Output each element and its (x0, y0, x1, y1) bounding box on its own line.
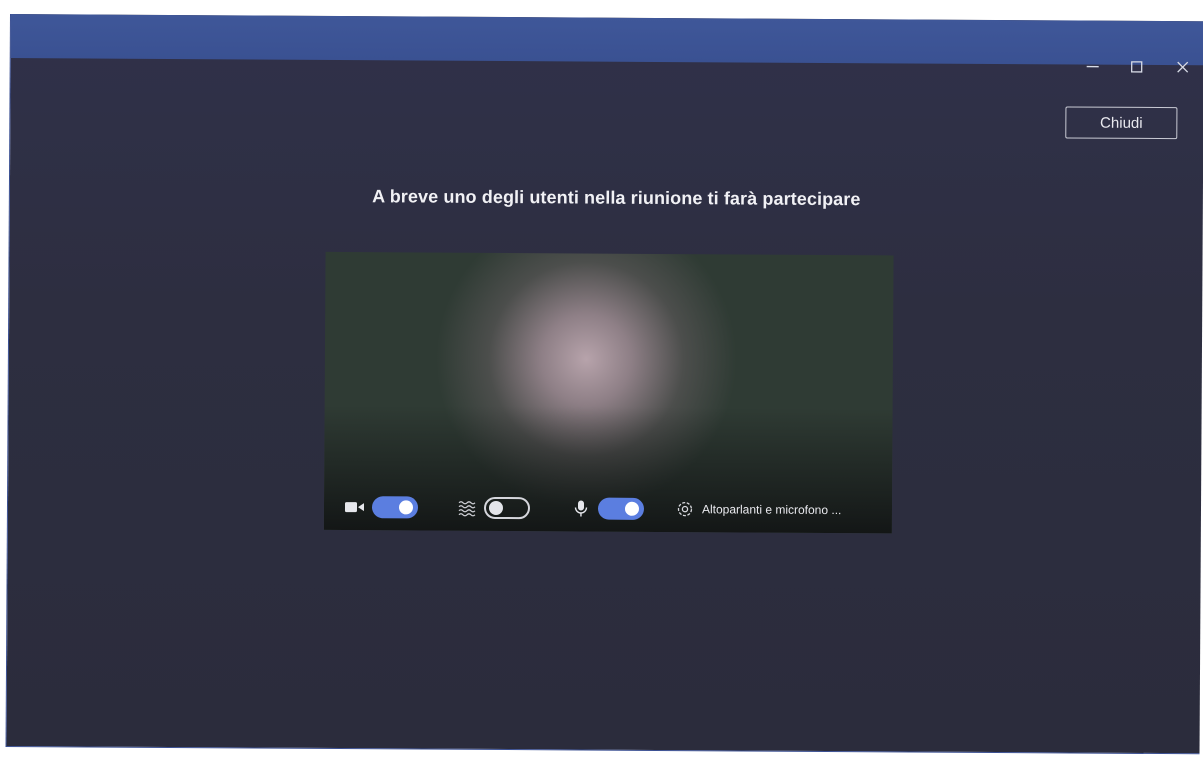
minimize-icon (1078, 60, 1108, 74)
minimize-button[interactable] (1078, 55, 1108, 81)
background-blur-toggle[interactable] (483, 496, 531, 520)
preview-controls: Altoparlanti e microfono ... (324, 484, 892, 533)
meeting-lobby-window: Chiudi A breve uno degli utenti nella ri… (5, 14, 1203, 755)
background-blur-icon (456, 497, 478, 519)
microphone-toggle-knob (624, 501, 640, 516)
camera-toggle[interactable] (371, 496, 419, 519)
camera-icon (344, 496, 366, 518)
gear-icon[interactable] (674, 498, 696, 520)
maximize-button[interactable] (1122, 55, 1152, 81)
microphone-toggle[interactable] (597, 497, 645, 520)
device-settings-link[interactable]: Altoparlanti e microfono ... (702, 502, 841, 517)
screen: Chiudi A breve uno degli utenti nella ri… (0, 0, 1203, 760)
waiting-message: A breve uno degli utenti nella riunione … (372, 186, 861, 210)
close-icon (1168, 60, 1198, 74)
background-blur-toggle-knob (488, 500, 504, 516)
maximize-icon (1122, 60, 1152, 74)
video-preview: Altoparlanti e microfono ... (323, 251, 894, 534)
title-bar (10, 14, 1203, 66)
close-window-button[interactable] (1168, 55, 1198, 81)
microphone-icon (570, 497, 592, 519)
camera-toggle-knob (398, 500, 414, 515)
chiudi-button[interactable]: Chiudi (1065, 106, 1178, 140)
